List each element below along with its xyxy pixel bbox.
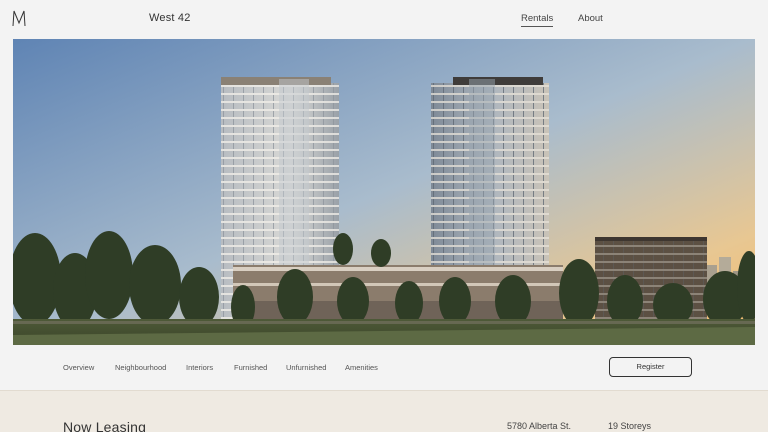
leasing-section: Now Leasing 5780 Alberta St. 19 Storeys — [0, 390, 768, 432]
subnav-neighbourhood[interactable]: Neighbourhood — [115, 363, 166, 372]
project-title: West 42 — [149, 12, 191, 24]
subnav-interiors[interactable]: Interiors — [186, 363, 213, 372]
subnav-unfurnished[interactable]: Unfurnished — [286, 363, 326, 372]
leasing-title: Now Leasing — [63, 419, 147, 432]
nav-rentals-link[interactable]: Rentals — [521, 13, 554, 27]
register-button[interactable]: Register — [609, 357, 692, 377]
subnav-furnished[interactable]: Furnished — [234, 363, 267, 372]
subnav-amenities[interactable]: Amenities — [345, 363, 378, 372]
m-monogram-icon[interactable] — [12, 10, 26, 27]
rendering-of-two-residential-towers-at-sunset-icon — [13, 39, 755, 345]
subnav-overview[interactable]: Overview — [63, 363, 94, 372]
nav-about-link[interactable]: About — [578, 13, 603, 24]
site-header: West 42 Rentals About — [0, 0, 768, 38]
building-address: 5780 Alberta St. — [507, 421, 572, 431]
hero-image — [13, 39, 755, 345]
building-storeys: 19 Storeys — [608, 421, 652, 431]
